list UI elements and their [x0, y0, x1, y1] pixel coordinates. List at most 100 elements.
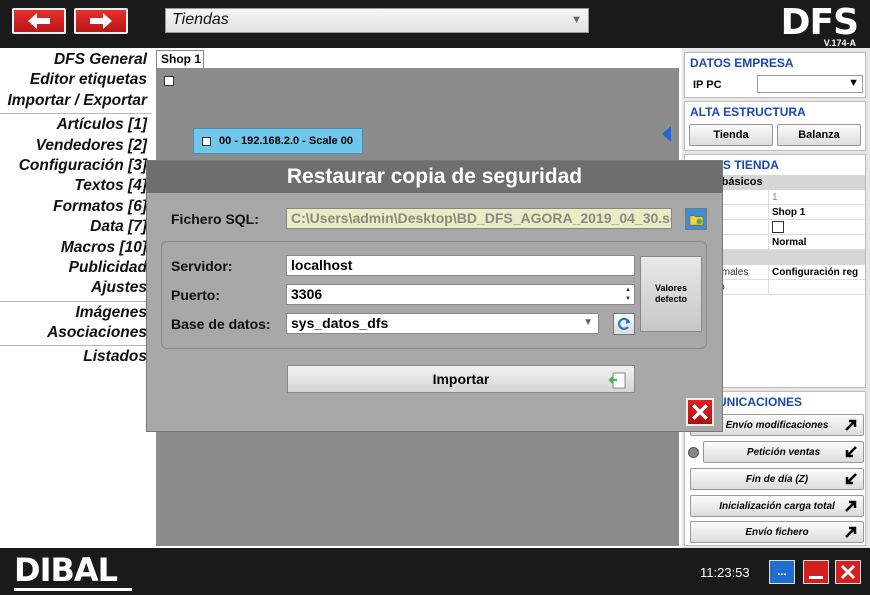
version-label: V.174-A — [823, 38, 856, 48]
menu-formatos[interactable]: Formatos [6] — [0, 197, 152, 217]
envio-fichero-button[interactable]: Envío fichero — [690, 521, 864, 543]
folder-icon — [689, 214, 703, 225]
property-value[interactable]: Normal — [769, 235, 865, 249]
clock: 11:23:53 — [700, 565, 750, 580]
menu-textos[interactable]: Textos [4] — [0, 176, 152, 196]
store-type-value: Tiendas — [172, 11, 229, 28]
close-icon — [692, 404, 708, 420]
close-app-button[interactable] — [835, 560, 861, 584]
minimize-icon — [809, 575, 823, 579]
top-bar: Tiendas ▼ DFS V.174-A — [0, 0, 870, 48]
dialog-close-button[interactable] — [686, 398, 714, 426]
more-button[interactable]: ... — [769, 560, 795, 584]
import-icon — [608, 372, 626, 389]
add-tienda-button[interactable]: Tienda — [689, 124, 773, 146]
menu-publicidad[interactable]: Publicidad — [0, 258, 152, 278]
menu-editor-etiquetas[interactable]: Editor etiquetas — [0, 70, 152, 90]
dfs-logo: DFS — [780, 2, 859, 43]
left-menu: DFS General Editor etiquetas Importar / … — [0, 48, 152, 548]
ip-pc-label: IP PC — [693, 79, 722, 91]
default-values-label: Valores defecto — [654, 283, 688, 304]
alta-estructura-title: ALTA ESTRUCTURA — [690, 105, 806, 119]
ip-pc-select[interactable]: ▼ — [757, 75, 863, 93]
button-label: Inicialización carga total — [719, 500, 835, 512]
back-button[interactable] — [12, 8, 66, 34]
spin-up-icon[interactable]: ▲ — [624, 286, 632, 294]
collapse-arrow-icon[interactable] — [662, 126, 671, 142]
dialog-title: Restaurar copia de seguridad — [147, 161, 722, 193]
menu-asociaciones[interactable]: Asociaciones — [0, 323, 152, 343]
scale-label: 00 - 192.168.2.0 - Scale 00 — [219, 135, 353, 147]
property-value[interactable]: Configuración reg — [769, 265, 865, 279]
sql-file-path[interactable]: C:\Users\admin\Desktop\BD_DFS_AGORA_2019… — [286, 208, 672, 229]
menu-ajustes[interactable]: Ajustes — [0, 278, 152, 298]
arrow-up-right-icon — [845, 526, 857, 538]
menu-divider — [0, 300, 152, 302]
import-button[interactable]: Importar — [287, 365, 635, 393]
arrow-left-icon — [28, 13, 50, 29]
server-label: Servidor: — [171, 258, 233, 274]
alta-estructura-panel: ALTA ESTRUCTURA Tienda Balanza — [684, 101, 866, 151]
default-values-button[interactable]: Valores defecto — [640, 256, 702, 332]
menu-configuracion[interactable]: Configuración [3] — [0, 156, 152, 176]
menu-listados[interactable]: Listados — [0, 347, 152, 367]
menu-data[interactable]: Data [7] — [0, 217, 152, 237]
chevron-down-icon: ▼ — [583, 317, 593, 328]
database-label: Base de datos: — [171, 316, 271, 332]
close-icon — [840, 564, 856, 580]
fin-de-dia-button[interactable]: Fin de día (Z) — [690, 468, 864, 490]
bottom-bar: DIBAL 11:23:53 ... — [0, 548, 870, 595]
restore-backup-dialog: Restaurar copia de seguridad Fichero SQL… — [146, 160, 723, 432]
store-type-select[interactable]: Tiendas ▼ — [165, 8, 589, 33]
logo-underline — [14, 588, 132, 591]
scale-node[interactable]: 00 - 192.168.2.0 - Scale 00 — [193, 128, 363, 154]
chevron-down-icon: ▼ — [848, 77, 859, 89]
refresh-databases-button[interactable] — [613, 313, 635, 335]
status-indicator — [688, 447, 699, 458]
image-checkbox[interactable] — [772, 221, 784, 233]
sql-file-label: Fichero SQL: — [171, 211, 259, 227]
arrow-down-left-icon — [845, 446, 857, 458]
scale-checkbox[interactable] — [202, 136, 211, 146]
more-label: ... — [777, 566, 787, 578]
minimize-button[interactable] — [803, 560, 829, 584]
workspace-checkbox[interactable] — [164, 76, 174, 86]
chevron-down-icon: ▼ — [571, 14, 582, 26]
tab-shop[interactable]: Shop 1 — [156, 50, 204, 68]
button-label: Petición ventas — [746, 446, 821, 458]
port-label: Puerto: — [171, 287, 220, 303]
menu-dfs-general[interactable]: DFS General — [0, 50, 152, 70]
datos-empresa-title: DATOS EMPRESA — [690, 56, 794, 70]
menu-divider — [0, 345, 152, 347]
menu-imagenes[interactable]: Imágenes — [0, 303, 152, 323]
database-select[interactable]: sys_datos_dfs ▼ — [286, 313, 599, 334]
arrow-right-icon — [90, 13, 112, 29]
menu-vendedores[interactable]: Vendedores [2] — [0, 136, 152, 156]
arrow-up-right-icon — [845, 419, 857, 431]
import-label: Importar — [432, 371, 490, 387]
forward-button[interactable] — [74, 8, 128, 34]
peticion-ventas-button[interactable]: Petición ventas — [703, 441, 864, 463]
button-label: Envío modificaciones — [725, 419, 829, 431]
property-value[interactable] — [769, 280, 865, 294]
dibal-logo: DIBAL — [14, 551, 118, 589]
menu-macros[interactable]: Macros [10] — [0, 238, 152, 258]
inicializacion-carga-button[interactable]: Inicialización carga total — [690, 495, 864, 517]
button-label: Envío fichero — [745, 526, 809, 538]
property-value[interactable]: 1 — [769, 190, 865, 204]
menu-divider — [0, 113, 152, 115]
menu-importar-exportar[interactable]: Importar / Exportar — [0, 91, 152, 111]
refresh-icon — [617, 317, 631, 330]
add-balanza-button[interactable]: Balanza — [777, 124, 861, 146]
port-stepper[interactable]: 3306 ▲ ▼ — [286, 284, 635, 305]
arrow-up-right-icon — [845, 500, 857, 512]
spin-down-icon[interactable]: ▼ — [624, 295, 632, 303]
property-value[interactable]: Shop 1 — [769, 205, 865, 219]
menu-articulos[interactable]: Artículos [1] — [0, 115, 152, 135]
port-value: 3306 — [291, 286, 323, 302]
server-input[interactable]: localhost — [286, 255, 635, 276]
browse-file-button[interactable] — [685, 208, 707, 230]
image-checkbox-cell[interactable] — [769, 220, 865, 234]
arrow-down-left-icon — [845, 473, 857, 485]
database-value: sys_datos_dfs — [291, 315, 389, 331]
